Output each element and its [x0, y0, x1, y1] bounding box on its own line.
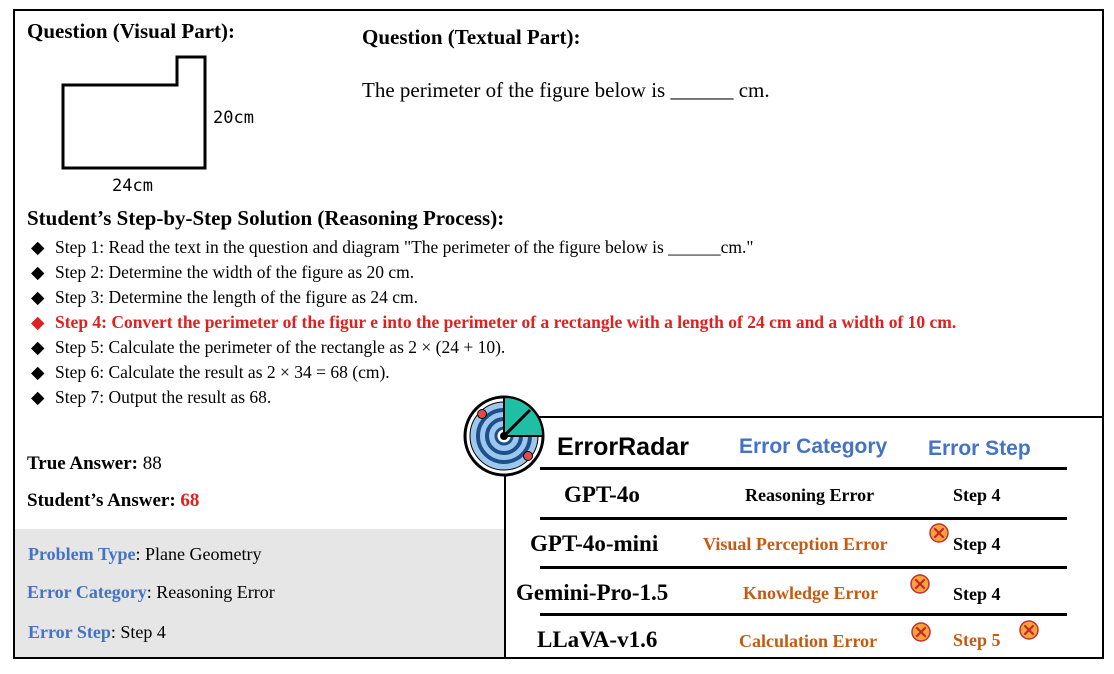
bullet-icon: ◆	[31, 262, 45, 282]
step-item-error: ◆ Step 4: Convert the perimeter of the fi…	[31, 310, 1085, 335]
step-item: ◆ Step 7: Output the result as 68.	[31, 385, 1091, 410]
model-name: LLaVA-v1.6	[537, 627, 658, 652]
model-error-category: Knowledge Error	[743, 583, 879, 603]
problem-type-value: : Plane Geometry	[135, 544, 262, 564]
row-divider	[540, 566, 1067, 569]
model-name: Gemini-Pro-1.5	[516, 580, 669, 605]
step-text: Step 5: Calculate the perimeter of the r…	[55, 337, 506, 357]
col-header-category: Error Category	[739, 435, 888, 458]
model-error-category: Reasoning Error	[745, 485, 875, 505]
error-x-icon	[911, 622, 931, 642]
bullet-icon: ◆	[31, 287, 45, 307]
panel-border	[505, 416, 1102, 418]
step-text: Step 2: Determine the width of the figur…	[55, 262, 415, 282]
error-step-value: : Step 4	[110, 622, 166, 642]
error-category: Error Category: Reasoning Error	[27, 582, 275, 603]
question-text: The perimeter of the figure below is ___…	[362, 78, 770, 102]
student-answer-label: Student’s Answer	[27, 490, 170, 511]
step-item: ◆ Step 1: Read the text in the question a…	[31, 235, 1091, 260]
error-category-value: : Reasoning Error	[146, 582, 275, 602]
model-error-step: Step 5	[953, 630, 1001, 650]
error-x-icon	[929, 523, 949, 543]
problem-type: Problem Type: Plane Geometry	[28, 544, 261, 565]
error-step-label: Error Step	[28, 622, 111, 642]
error-step: Error Step: Step 4	[28, 622, 166, 643]
bullet-icon: ◆	[31, 387, 45, 407]
step-text: Step 1: Read the text in the question an…	[55, 237, 754, 257]
step-item: ◆ Step 6: Calculate the result as 2 × 34 …	[31, 360, 1091, 385]
bullet-icon: ◆	[31, 337, 45, 357]
figure-outline	[61, 55, 207, 170]
true-answer-value: 88	[142, 453, 162, 474]
step-text: Step 3: Determine the length of the figu…	[55, 287, 419, 307]
true-answer-label: True Answer	[27, 453, 132, 474]
row-divider	[540, 613, 1067, 616]
bullet-icon: ◆	[31, 362, 45, 382]
student-answer: Student’s Answer: 68	[27, 490, 199, 512]
steps-list: ◆ Step 1: Read the text in the question a…	[31, 235, 1091, 410]
col-header-step: Error Step	[928, 437, 1031, 460]
bullet-icon: ◆	[31, 312, 45, 332]
colon: :	[131, 453, 138, 474]
problem-type-label: Problem Type	[28, 544, 136, 564]
colon: :	[169, 490, 176, 511]
error-category-label: Error Category	[27, 582, 147, 602]
row-divider	[540, 467, 1067, 470]
bullet-icon: ◆	[31, 237, 45, 257]
panel-title: ErrorRadar	[557, 433, 689, 461]
student-answer-value: 68	[180, 490, 200, 511]
width-label: 24cm	[112, 176, 153, 196]
model-error-step: Step 4	[953, 485, 1001, 505]
step-item: ◆ Step 2: Determine the width of the figu…	[31, 260, 1091, 285]
step-text: Step 7: Output the result as 68.	[55, 387, 272, 407]
textual-part-heading: Question (Textual Part):	[362, 25, 581, 49]
model-name: GPT-4o	[564, 482, 640, 507]
error-x-icon	[910, 574, 930, 594]
step-text: Step 6: Calculate the result as 2 × 34 =…	[55, 362, 390, 382]
true-answer: True Answer: 88	[27, 453, 162, 475]
model-error-step: Step 4	[953, 584, 1001, 604]
radar-icon	[463, 395, 545, 477]
height-label: 20cm	[213, 108, 254, 128]
step-text: Step 4: Convert the perimeter of the fig…	[55, 312, 957, 332]
model-error-category: Calculation Error	[739, 631, 878, 651]
solution-heading: Student’s Step-by-Step Solution (Reasoni…	[27, 206, 505, 230]
visual-part-heading: Question (Visual Part):	[27, 19, 236, 43]
model-error-category: Visual Perception Error	[703, 534, 888, 554]
step-item: ◆ Step 5: Calculate the perimeter of the …	[31, 335, 1091, 360]
model-name: GPT-4o-mini	[530, 531, 659, 556]
row-divider	[540, 517, 1067, 520]
step-item: ◆ Step 3: Determine the length of the fig…	[31, 285, 1091, 310]
model-error-step: Step 4	[953, 534, 1001, 554]
error-x-icon	[1019, 620, 1039, 640]
